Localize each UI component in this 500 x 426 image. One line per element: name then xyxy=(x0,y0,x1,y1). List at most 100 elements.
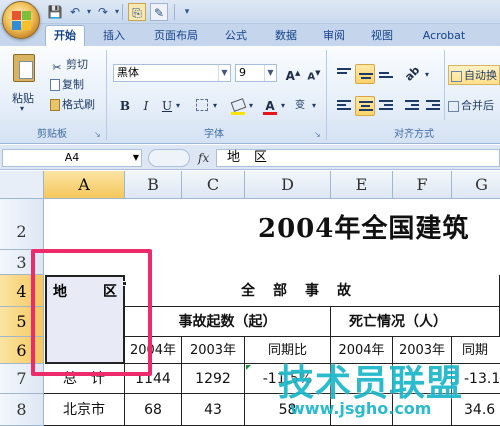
tab-view[interactable]: 视图 xyxy=(362,26,402,46)
group-separator xyxy=(106,50,107,140)
column-header-d[interactable]: D xyxy=(245,171,331,199)
row-header-8[interactable]: 8 xyxy=(0,394,44,426)
align-right-button[interactable] xyxy=(376,96,396,116)
align-left-button[interactable] xyxy=(334,96,354,116)
column-header-a[interactable]: A xyxy=(44,171,125,199)
align-bottom-icon xyxy=(379,68,393,80)
grow-font-button[interactable]: A▲ xyxy=(283,63,303,83)
clipboard-launcher-icon[interactable]: ↘ xyxy=(94,130,101,139)
orientation-button[interactable]: ab xyxy=(403,64,423,84)
merge-center-button[interactable]: 合并后 xyxy=(448,97,494,113)
clipboard-group-label: 剪贴板 xyxy=(37,129,67,140)
cell-c7[interactable]: 1292 xyxy=(182,364,245,394)
formula-input[interactable]: 地区 xyxy=(216,149,500,167)
align-top-icon xyxy=(337,68,351,80)
copy-icon xyxy=(50,79,60,91)
chevron-down-icon: ▼ xyxy=(132,153,139,162)
borders-button[interactable] xyxy=(192,96,212,116)
header-accident-count[interactable]: 事故起数（起） xyxy=(125,307,331,337)
tab-page-layout[interactable]: 页面布局 xyxy=(146,26,206,46)
column-header-b[interactable]: B xyxy=(125,171,182,199)
font-name-select[interactable]: 黑体 ▼ xyxy=(113,64,231,82)
header-all-accidents[interactable]: 全 部 事 故 xyxy=(125,275,500,307)
cut-button[interactable]: ✂ 剪切 xyxy=(50,56,88,75)
cell-c8[interactable]: 43 xyxy=(182,394,245,426)
fill-dropdown-icon[interactable]: ▾ xyxy=(249,101,253,110)
customize-icon[interactable]: ▾ xyxy=(178,3,196,21)
font-launcher-icon[interactable]: ↘ xyxy=(314,130,321,139)
wrap-text-icon xyxy=(451,71,462,82)
scissors-icon: ✂ xyxy=(52,61,62,74)
column-header-g[interactable]: G xyxy=(452,171,500,199)
ribbon-tabs: 开始 插入 页面布局 公式 数据 审阅 视图 Acrobat xyxy=(0,24,500,47)
bold-button[interactable]: B xyxy=(115,96,135,116)
font-size-select[interactable]: 9 ▼ xyxy=(235,64,277,82)
cell-c6[interactable]: 2003年 xyxy=(182,337,245,364)
error-indicator-icon xyxy=(246,365,251,370)
column-header-c[interactable]: C xyxy=(182,171,245,199)
italic-button[interactable]: I xyxy=(136,96,156,116)
column-header-f[interactable]: F xyxy=(393,171,452,199)
paste-dropdown-icon[interactable]: ▾ xyxy=(20,104,24,113)
paint-bucket-icon xyxy=(230,98,246,112)
tab-formulas[interactable]: 公式 xyxy=(216,26,256,46)
tab-home[interactable]: 开始 xyxy=(45,25,85,47)
formula-bar-splitter[interactable] xyxy=(148,149,190,167)
tab-insert[interactable]: 插入 xyxy=(94,26,134,46)
paste-icon[interactable] xyxy=(13,54,35,82)
ribbon: 粘贴 ▾ ✂ 剪切 复制 格式刷 剪贴板 ↘ 黑体 ▼ 9 ▼ A▲ A▼ B I U… xyxy=(0,46,500,144)
fill-color-button[interactable] xyxy=(228,96,248,116)
border-icon xyxy=(196,99,208,111)
quick-access-toolbar: 💾 ↶ ▾ ↷ ▾ ⎘ ✎ ▾ xyxy=(0,0,500,24)
format-painter-icon xyxy=(50,99,60,111)
insert-function-button[interactable]: fx xyxy=(198,151,209,165)
tab-review[interactable]: 审阅 xyxy=(314,26,354,46)
group-separator xyxy=(326,50,327,140)
copy-button[interactable]: 复制 xyxy=(50,76,84,92)
align-right-icon xyxy=(379,100,393,112)
align-top-button[interactable] xyxy=(334,64,354,84)
column-header-e[interactable]: E xyxy=(331,171,393,199)
header-death-toll[interactable]: 死亡情况（人） xyxy=(331,307,500,337)
wrap-text-button[interactable]: 自动换 xyxy=(448,65,500,85)
orientation-dropdown-icon[interactable]: ▾ xyxy=(425,70,429,79)
office-button[interactable] xyxy=(2,1,40,39)
print-preview-icon[interactable]: ⎘ xyxy=(128,3,146,21)
format-icon[interactable]: ✎ xyxy=(150,3,168,21)
align-center-icon xyxy=(359,101,373,113)
merge-icon xyxy=(448,101,459,112)
sheet-title: 2004年全国建筑 xyxy=(258,214,470,244)
worksheet-grid: A B C D E F G 2 3 4 5 6 7 8 2004年全国建筑 全 … xyxy=(0,171,500,426)
annotation-highlight-box xyxy=(31,249,152,376)
align-center-button[interactable] xyxy=(355,96,375,116)
office-logo-icon xyxy=(12,11,32,31)
redo-dropdown-icon[interactable]: ▾ xyxy=(108,3,126,21)
fill-color-bar xyxy=(231,112,245,115)
decrease-indent-icon xyxy=(405,100,419,112)
save-icon[interactable]: 💾 xyxy=(46,3,64,21)
cell-a8[interactable]: 北京市 xyxy=(44,394,125,426)
phonetic-button[interactable]: 变 xyxy=(290,96,310,116)
increase-indent-button[interactable] xyxy=(423,96,443,116)
decrease-indent-button[interactable] xyxy=(402,96,422,116)
select-all-corner[interactable] xyxy=(0,171,44,199)
shrink-font-button[interactable]: A▼ xyxy=(304,63,324,83)
alignment-group-label: 对齐方式 xyxy=(394,129,434,140)
underline-dropdown-icon[interactable]: ▾ xyxy=(176,101,180,110)
tab-data[interactable]: 数据 xyxy=(266,26,306,46)
tab-acrobat[interactable]: Acrobat xyxy=(414,26,474,46)
formula-bar: A4 ▼ fx 地区 xyxy=(0,145,500,170)
excel-window: 💾 ↶ ▾ ↷ ▾ ⎘ ✎ ▾ 开始 插入 页面布局 公式 数据 审阅 视图 A… xyxy=(0,0,500,426)
align-middle-button[interactable] xyxy=(355,64,375,84)
row-header-2[interactable]: 2 xyxy=(0,199,44,250)
align-bottom-button[interactable] xyxy=(376,64,396,84)
font-color-dropdown-icon[interactable]: ▾ xyxy=(281,101,285,110)
name-box[interactable]: A4 ▼ xyxy=(2,149,142,167)
watermark-url: www.jsgho.com xyxy=(290,399,432,418)
borders-dropdown-icon[interactable]: ▾ xyxy=(213,101,217,110)
underline-button[interactable]: U xyxy=(157,96,177,116)
phonetic-dropdown-icon[interactable]: ▾ xyxy=(312,101,316,110)
format-painter-button[interactable]: 格式刷 xyxy=(50,96,95,112)
font-color-button[interactable]: A xyxy=(260,96,280,116)
cell-b8[interactable]: 68 xyxy=(125,394,182,426)
